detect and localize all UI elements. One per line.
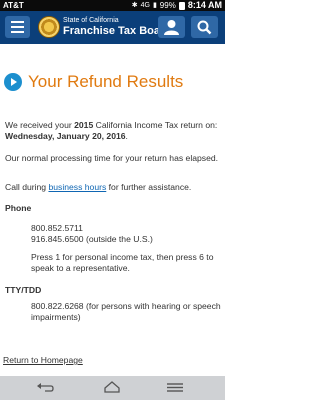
menu-icon (11, 21, 24, 23)
battery-label: 99% (159, 1, 176, 10)
processing-paragraph: Our normal processing time for your retu… (5, 153, 219, 163)
carrier-label: AT&T (3, 1, 24, 10)
phone-heading: Phone (5, 203, 32, 213)
play-circle-icon (4, 73, 22, 91)
status-bar: AT&T ✱ 4G ▮ 99% 8:14 AM (0, 0, 225, 11)
system-nav-bar (0, 376, 225, 400)
page-title-row: Your Refund Results (4, 72, 220, 92)
business-hours-link[interactable]: business hours (48, 182, 106, 192)
search-icon (197, 20, 212, 35)
state-seal-logo[interactable] (38, 16, 60, 38)
site-header: State of California Franchise Tax Board (0, 11, 225, 44)
menu-button[interactable] (5, 16, 30, 38)
received-paragraph: We received your 2015 California Income … (5, 120, 218, 141)
user-button[interactable] (158, 16, 185, 38)
brand-logo-text[interactable]: State of California Franchise Tax Board (63, 17, 171, 37)
search-button[interactable] (191, 16, 218, 38)
tty-heading: TTY/TDD (5, 285, 42, 295)
received-date: Wednesday, January 20, 2016 (5, 131, 126, 141)
signal-icon: ▮ (152, 2, 157, 9)
brand-line2: Franchise Tax Board (63, 25, 171, 37)
battery-icon (178, 1, 185, 10)
network-label: 4G (140, 2, 150, 9)
user-icon (164, 20, 179, 35)
received-year: 2015 (74, 120, 94, 130)
tty-number: 800.822.6268 (for persons with hearing o… (31, 301, 221, 322)
home-icon[interactable] (103, 381, 121, 393)
phone-number-primary: 800.852.5711 (31, 223, 83, 233)
phone-number-international: 916.845.6500 (outside the U.S.) (31, 234, 153, 244)
phone-instructions: Press 1 for personal income tax, then pr… (31, 252, 214, 273)
recent-apps-icon[interactable] (166, 382, 184, 393)
back-icon[interactable] (36, 382, 54, 393)
return-to-homepage-link[interactable]: Return to Homepage (3, 355, 83, 366)
status-indicators: ✱ 4G ▮ 99% 8:14 AM (132, 0, 222, 11)
bluetooth-icon: ✱ (131, 2, 138, 9)
call-paragraph: Call during business hours for further a… (5, 182, 192, 192)
page-title: Your Refund Results (28, 72, 184, 91)
brand-line1: State of California (63, 17, 119, 24)
clock: 8:14 AM (187, 0, 222, 10)
